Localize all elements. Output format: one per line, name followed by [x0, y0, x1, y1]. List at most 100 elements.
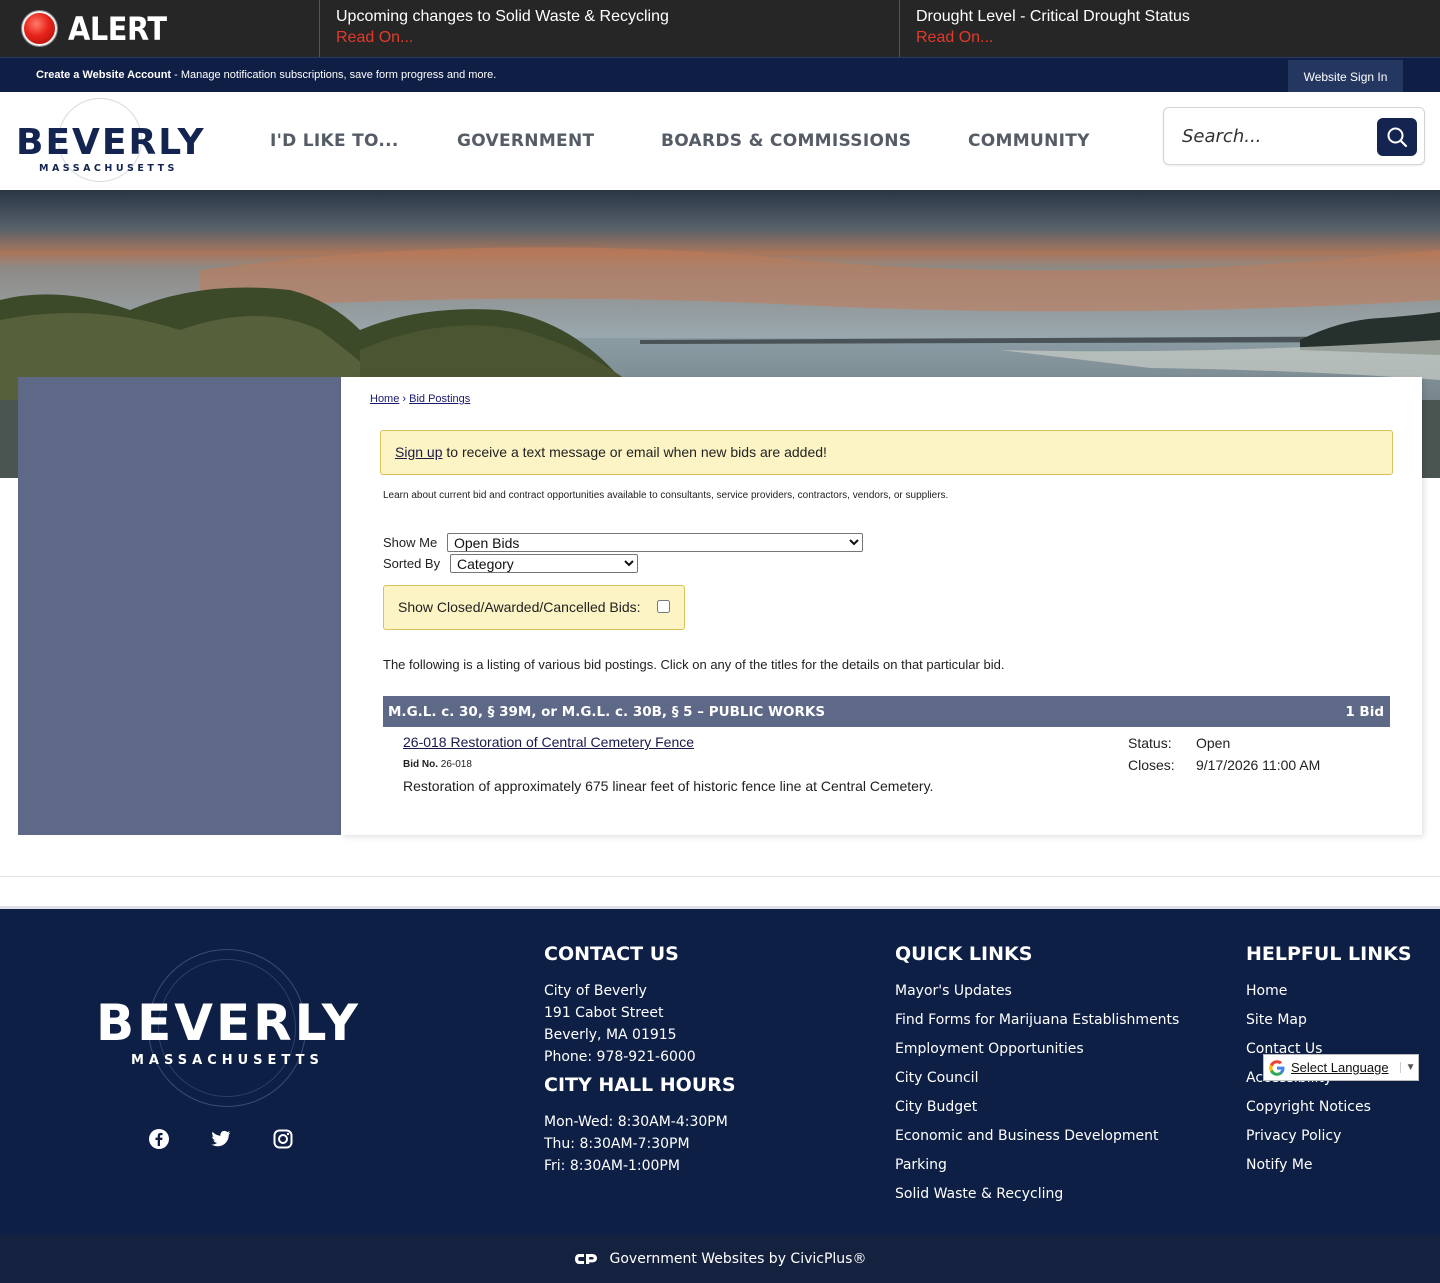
alert-item[interactable]: Upcoming changes to Solid Waste & Recycl… [320, 0, 900, 57]
sidebar-panel [18, 377, 341, 835]
search-icon [1387, 127, 1408, 148]
nav-item-community[interactable]: COMMUNITY [968, 92, 1090, 190]
main-content: Home › Bid Postings Sign up to receive a… [341, 377, 1422, 835]
quick-link[interactable]: Employment Opportunities [895, 1040, 1179, 1069]
helpful-link[interactable]: Home [1246, 982, 1371, 1011]
search-input[interactable] [1170, 116, 1370, 156]
quick-link[interactable]: Mayor's Updates [895, 982, 1179, 1011]
quick-links-list: Mayor's Updates Find Forms for Marijuana… [895, 982, 1179, 1214]
logo-sub: MASSACHUSETTS [39, 163, 178, 174]
show-closed-box: Show Closed/Awarded/Cancelled Bids: [383, 585, 685, 630]
footer-logo-sub: MASSACHUSETTS [131, 1053, 324, 1068]
breadcrumb-separator: › [402, 393, 407, 405]
facebook-link[interactable] [147, 1127, 171, 1151]
facebook-icon [149, 1129, 169, 1149]
listing-text: The following is a listing of various bi… [383, 657, 1005, 672]
alert-item-title[interactable]: Upcoming changes to Solid Waste & Recycl… [336, 6, 883, 27]
contact-line: 191 Cabot Street [544, 1005, 664, 1021]
alert-item[interactable]: Drought Level - Critical Drought Status … [900, 0, 1440, 57]
signup-notice: Sign up to receive a text message or ema… [380, 430, 1393, 475]
alert-read-on-link[interactable]: Read On... [916, 27, 1424, 48]
account-bar: Create a Website Account - Manage notifi… [0, 57, 1440, 94]
alert-label: ALERT [0, 0, 320, 57]
account-description: - Manage notification subscriptions, sav… [171, 69, 497, 81]
contact-us-heading: CONTACT US [544, 943, 679, 965]
bid-closes-value: 9/17/2026 11:00 AM [1196, 757, 1321, 773]
select-language-link[interactable]: Select Language [1291, 1060, 1389, 1075]
helpful-links-heading: HELPFUL LINKS [1246, 943, 1412, 965]
footer-bottom-bar: Government Websites by CivicPlus® [0, 1235, 1440, 1283]
helpful-link[interactable]: Site Map [1246, 1011, 1371, 1040]
bid-status-value: Open [1196, 735, 1231, 751]
site-header: BEVERLY MASSACHUSETTS I'D LIKE TO... GOV… [0, 92, 1440, 190]
alert-read-on-link[interactable]: Read On... [336, 27, 883, 48]
alert-bar: ALERT Upcoming changes to Solid Waste & … [0, 0, 1440, 57]
instagram-icon [273, 1129, 293, 1149]
contact-line: Beverly, MA 01915 [544, 1027, 677, 1043]
quick-link[interactable]: Economic and Business Development [895, 1127, 1179, 1156]
quick-link[interactable]: Parking [895, 1156, 1179, 1185]
nav-item-id-like-to[interactable]: I'D LIKE TO... [270, 92, 399, 190]
bid-status-label: Status: [1128, 735, 1172, 751]
chevron-down-icon: ▼ [1399, 1062, 1416, 1073]
quick-link[interactable]: Find Forms for Marijuana Establishments [895, 1011, 1179, 1040]
category-count: 1 Bid [1345, 703, 1384, 720]
quick-link[interactable]: City Budget [895, 1098, 1179, 1127]
sign-up-link[interactable]: Sign up [395, 444, 442, 460]
nav-item-boards-commissions[interactable]: BOARDS & COMMISSIONS [661, 92, 911, 190]
contact-line: City of Beverly [544, 983, 647, 999]
language-selector[interactable]: Select Language ▼ [1263, 1054, 1419, 1081]
quick-link[interactable]: City Council [895, 1069, 1179, 1098]
footer-logo-word: BEVERLY [96, 994, 361, 1052]
twitter-link[interactable] [209, 1127, 233, 1151]
city-hall-hours: Mon-Wed: 8:30AM-4:30PM Thu: 8:30AM-7:30P… [544, 1111, 728, 1177]
show-me-select[interactable]: Open Bids [447, 533, 863, 552]
helpful-link[interactable]: Notify Me [1246, 1156, 1371, 1185]
account-text: Create a Website Account - Manage notifi… [36, 69, 496, 81]
show-closed-label: Show Closed/Awarded/Cancelled Bids: [398, 599, 641, 615]
bid-number-value: 26-018 [440, 759, 472, 770]
nav-item-government[interactable]: GOVERNMENT [457, 92, 594, 190]
hours-line: Fri: 8:30AM-1:00PM [544, 1158, 680, 1174]
quick-links-heading: QUICK LINKS [895, 943, 1033, 965]
alert-item-title[interactable]: Drought Level - Critical Drought Status [916, 6, 1424, 27]
breadcrumb: Home › Bid Postings [370, 393, 470, 405]
bid-number-label: Bid No. [403, 759, 438, 770]
hours-line: Mon-Wed: 8:30AM-4:30PM [544, 1114, 728, 1130]
search-box [1163, 107, 1425, 165]
instagram-link[interactable] [271, 1127, 295, 1151]
helpful-link[interactable]: Privacy Policy [1246, 1127, 1371, 1156]
site-logo[interactable]: BEVERLY MASSACHUSETTS [14, 98, 204, 182]
contact-info: City of Beverly 191 Cabot Street Beverly… [544, 980, 696, 1068]
create-account-link[interactable]: Create a Website Account [36, 69, 171, 81]
hours-line: Thu: 8:30AM-7:30PM [544, 1136, 690, 1152]
show-closed-checkbox[interactable] [657, 600, 670, 613]
twitter-icon [211, 1130, 231, 1147]
helpful-link[interactable]: Copyright Notices [1246, 1098, 1371, 1127]
show-me-label: Show Me [383, 535, 438, 550]
breadcrumb-home-link[interactable]: Home [370, 393, 399, 405]
logo-word: BEVERLY [16, 122, 206, 163]
quick-link[interactable]: Solid Waste & Recycling [895, 1185, 1179, 1214]
alert-icon [22, 11, 57, 46]
helpful-links-list: Home Site Map Contact Us Accessibility C… [1246, 982, 1371, 1185]
sorted-by-select[interactable]: Category [450, 554, 638, 573]
signup-notice-text: to receive a text message or email when … [442, 444, 827, 460]
city-hall-hours-heading: CITY HALL HOURS [544, 1074, 736, 1096]
bid-title-link[interactable]: 26-018 Restoration of Central Cemetery F… [403, 734, 694, 750]
category-title: M.G.L. c. 30, § 39M, or M.G.L. c. 30B, §… [388, 703, 826, 720]
bid-number: Bid No. 26-018 [403, 759, 472, 770]
bid-closes-label: Closes: [1128, 757, 1175, 773]
search-button[interactable] [1377, 118, 1417, 156]
bid-description: Restoration of approximately 675 linear … [403, 778, 934, 794]
sign-in-button[interactable]: Website Sign In [1288, 60, 1403, 94]
contact-line: Phone: 978-921-6000 [544, 1049, 696, 1065]
alert-title: ALERT [68, 9, 167, 48]
category-header: M.G.L. c. 30, § 39M, or M.G.L. c. 30B, §… [383, 696, 1390, 727]
civicplus-credit-link[interactable]: Government Websites by CivicPlus® [610, 1251, 867, 1267]
google-icon [1269, 1059, 1285, 1076]
sorted-by-label: Sorted By [383, 556, 441, 571]
breadcrumb-current-link[interactable]: Bid Postings [409, 393, 470, 405]
divider [0, 876, 1440, 877]
site-footer: BEVERLY MASSACHUSETTS CONTACT US City of… [0, 909, 1440, 1235]
